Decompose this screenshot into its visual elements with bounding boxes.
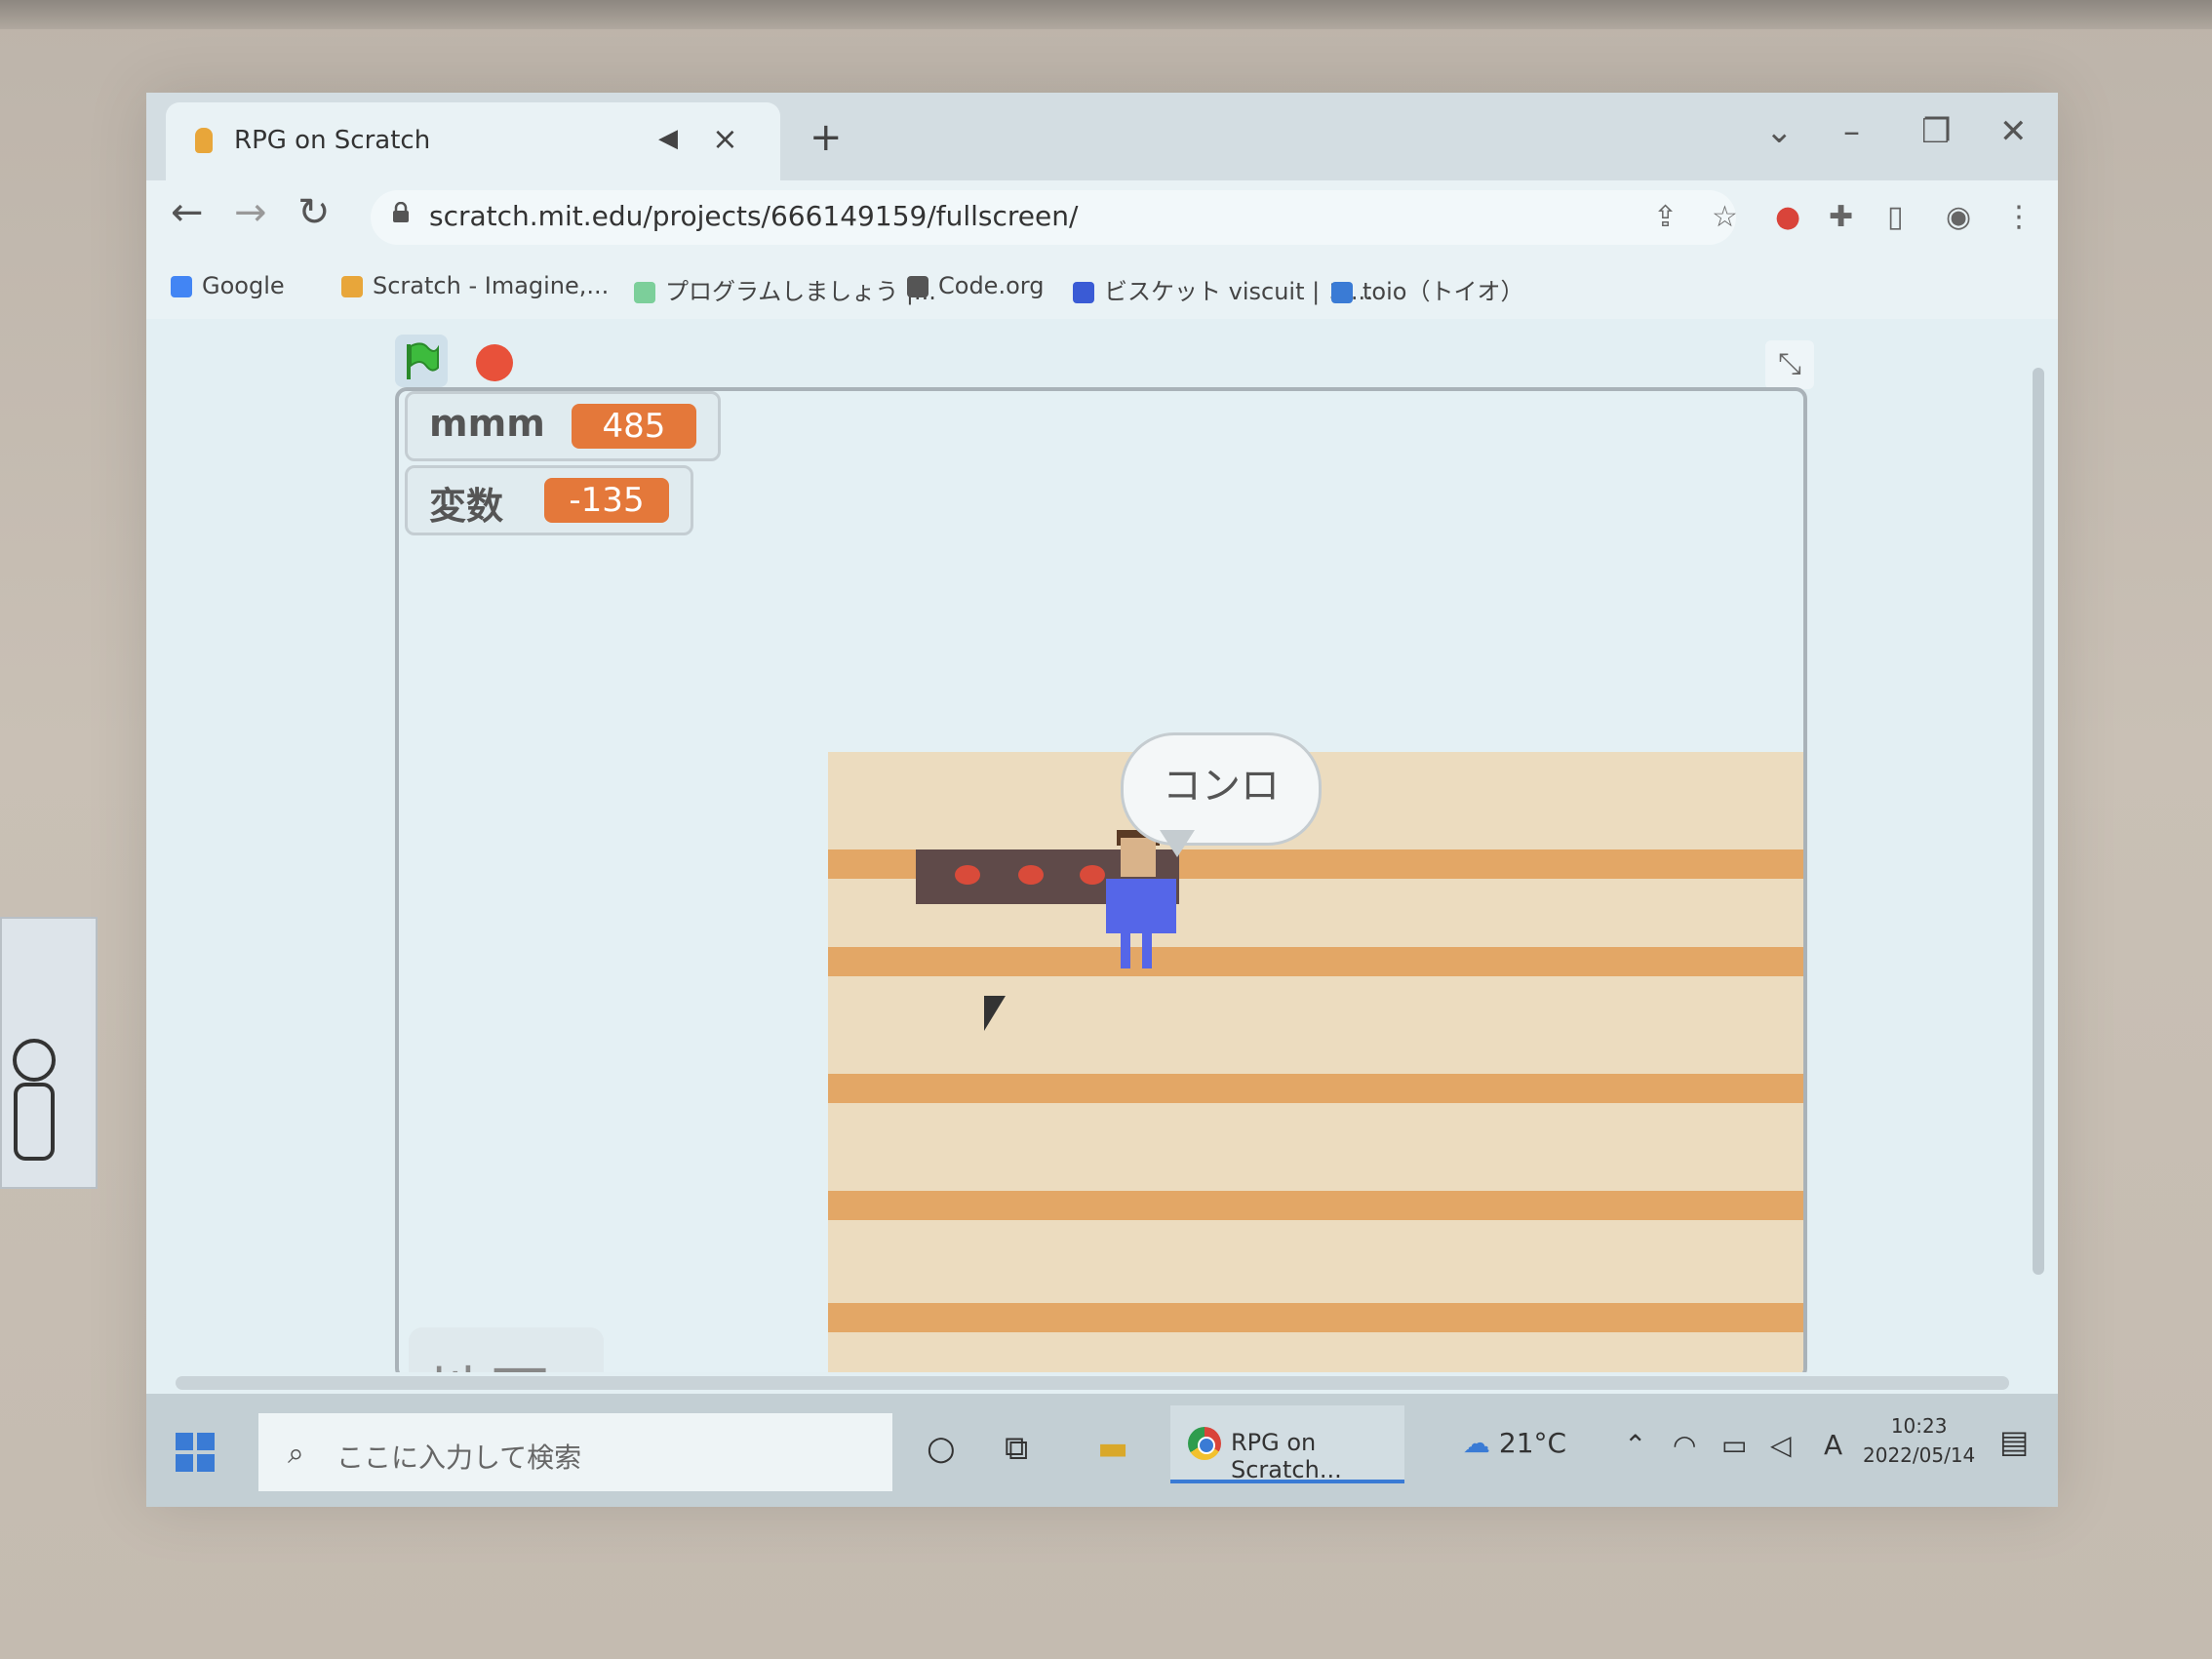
restore-icon[interactable]: ❐ <box>1921 112 1951 151</box>
bookmark-programming[interactable]: プログラムしましょう |... <box>634 272 936 306</box>
battery-icon[interactable]: ▭ <box>1721 1429 1747 1461</box>
tab-close-icon[interactable]: × <box>712 120 738 157</box>
url-text: scratch.mit.edu/projects/666149159/fulls… <box>429 200 1079 232</box>
speaker-mute-icon[interactable]: ◀︎ <box>658 124 678 153</box>
speech-bubble: コンロ <box>1121 732 1322 846</box>
scratch-icon <box>341 276 363 297</box>
ceiling-rail <box>0 0 2212 29</box>
clock-date: 2022/05/14 <box>1863 1443 1976 1467</box>
google-g-icon <box>171 276 192 297</box>
monitor-label: 変数 <box>429 485 504 528</box>
taskbar-chrome-button[interactable]: RPG on Scratch... <box>1170 1405 1404 1483</box>
ime-indicator[interactable]: A <box>1824 1429 1842 1461</box>
extension-badge-icon[interactable]: ● <box>1775 200 1800 234</box>
vertical-scrollbar[interactable] <box>2031 348 2048 1314</box>
bookmark-scratch[interactable]: Scratch - Imagine,... <box>341 272 609 299</box>
profile-avatar-icon[interactable]: ◉ <box>1946 200 1971 234</box>
speech-bubble-text: コンロ <box>1163 764 1280 809</box>
notification-icon[interactable]: ▤ <box>1999 1423 2029 1460</box>
weather-temp: 21°C <box>1498 1427 1567 1459</box>
browser-toolbar: ← → ↻ scratch.mit.edu/projects/666149159… <box>146 180 2058 258</box>
kitchen-floor <box>828 752 1803 1376</box>
search-icon: ⌕ <box>288 1437 304 1471</box>
monitor-value: -135 <box>544 478 669 523</box>
chevron-down-icon[interactable]: ⌄ <box>1765 112 1794 151</box>
viscuit-icon <box>1073 282 1094 303</box>
scratch-favicon-icon <box>195 128 213 153</box>
wall-sign <box>0 917 98 1189</box>
floor-stripe <box>828 947 1803 976</box>
person-icon <box>13 1039 56 1161</box>
windows-start-icon[interactable] <box>176 1433 215 1472</box>
windows-taskbar: ⌕ ここに入力して検索 ○ ⧉ ▬ RPG on Scratch... ☁ 21… <box>146 1394 2058 1507</box>
active-indicator <box>1170 1480 1404 1483</box>
character-head <box>1121 838 1156 877</box>
character-body <box>1106 879 1176 933</box>
toio-icon <box>1331 282 1353 303</box>
bookmarks-bar: Google Scratch - Imagine,... プログラムしましょう … <box>146 258 2058 319</box>
cloud-icon: ☁ <box>1463 1427 1490 1459</box>
stove-burner <box>955 865 980 885</box>
address-bar[interactable]: scratch.mit.edu/projects/666149159/fulls… <box>371 190 1736 245</box>
clock-time: 10:23 <box>1890 1414 1948 1438</box>
search-placeholder: ここに入力して検索 <box>336 1442 582 1474</box>
new-tab-button[interactable]: + <box>810 118 843 157</box>
mouse-cursor-icon <box>984 996 1006 1031</box>
volume-icon[interactable]: ◁ <box>1770 1429 1792 1461</box>
file-explorer-icon[interactable]: ▬ <box>1097 1429 1128 1468</box>
wifi-icon[interactable]: ◠ <box>1673 1429 1696 1461</box>
character-leg <box>1121 933 1130 968</box>
side-panel-icon[interactable]: ▯ <box>1887 200 1904 234</box>
minimize-icon[interactable]: – <box>1843 112 1860 151</box>
bookmark-toio[interactable]: toio（トイオ） <box>1331 272 1523 306</box>
speech-bubble-tail <box>1160 830 1195 857</box>
lock-icon <box>393 202 409 222</box>
monitor-label: mmm <box>429 402 545 445</box>
reload-icon[interactable]: ↻ <box>297 190 331 235</box>
floor-stripe <box>828 1074 1803 1103</box>
window-close-icon[interactable]: ✕ <box>1999 112 2028 151</box>
share-icon[interactable]: ⇪ <box>1653 200 1678 234</box>
bookmark-google[interactable]: Google <box>171 272 285 299</box>
character-leg <box>1142 933 1152 968</box>
cortana-circle-icon[interactable]: ○ <box>927 1429 956 1468</box>
chrome-icon <box>1188 1427 1221 1460</box>
floor-stripe <box>828 1303 1803 1332</box>
tray-chevron-up-icon[interactable]: ⌃ <box>1624 1429 1646 1461</box>
taskbar-search-box[interactable]: ⌕ ここに入力して検索 <box>258 1413 892 1491</box>
taskbar-clock[interactable]: 10:23 2022/05/14 <box>1863 1411 1975 1470</box>
scrollbar-thumb[interactable] <box>2033 368 2044 1275</box>
variable-monitor-hensu: 変数 -135 <box>405 465 693 535</box>
scratch-page: ⤡ mmm 485 変数 -135 コンロ <box>146 319 2058 1380</box>
bookmark-codeorg[interactable]: Code.org <box>907 272 1044 299</box>
task-view-icon[interactable]: ⧉ <box>1005 1429 1028 1468</box>
weather-widget[interactable]: ☁ 21°C <box>1463 1427 1566 1459</box>
projected-screen: RPG on Scratch ◀︎ × + ⌄ – ❐ ✕ ← → ↻ scra… <box>146 93 2058 1507</box>
puzzle-icon[interactable]: ✚ <box>1829 200 1853 234</box>
back-arrow-icon[interactable]: ← <box>171 190 204 235</box>
tab-strip: RPG on Scratch ◀︎ × + ⌄ – ❐ ✕ <box>146 93 2058 180</box>
horizontal-scrollbar[interactable] <box>146 1372 2058 1394</box>
link-icon <box>634 282 655 303</box>
scrollbar-thumb[interactable] <box>176 1376 2009 1390</box>
green-flag-icon <box>407 342 439 379</box>
green-flag-button[interactable] <box>395 335 448 387</box>
taskbar-chrome-label: RPG on Scratch... <box>1231 1429 1342 1483</box>
stove-burner <box>1018 865 1044 885</box>
tab-title: RPG on Scratch <box>234 126 431 155</box>
codeorg-icon <box>907 276 928 297</box>
variable-monitor-mmm: mmm 485 <box>405 391 721 461</box>
stove-burner <box>1080 865 1105 885</box>
forward-arrow-icon[interactable]: → <box>234 190 267 235</box>
browser-tab[interactable]: RPG on Scratch ◀︎ × <box>166 102 780 180</box>
star-icon[interactable]: ☆ <box>1712 200 1738 234</box>
monitor-value: 485 <box>572 404 696 449</box>
floor-stripe <box>828 1191 1803 1220</box>
menu-kebab-icon[interactable]: ⋮ <box>2004 200 2034 234</box>
exit-fullscreen-icon[interactable]: ⤡ <box>1765 340 1814 389</box>
stop-button[interactable] <box>476 344 513 381</box>
scratch-stage[interactable]: mmm 485 変数 -135 コンロ <box>395 387 1807 1380</box>
bookmark-viscuit[interactable]: ビスケット viscuit | コ... <box>1073 272 1373 306</box>
